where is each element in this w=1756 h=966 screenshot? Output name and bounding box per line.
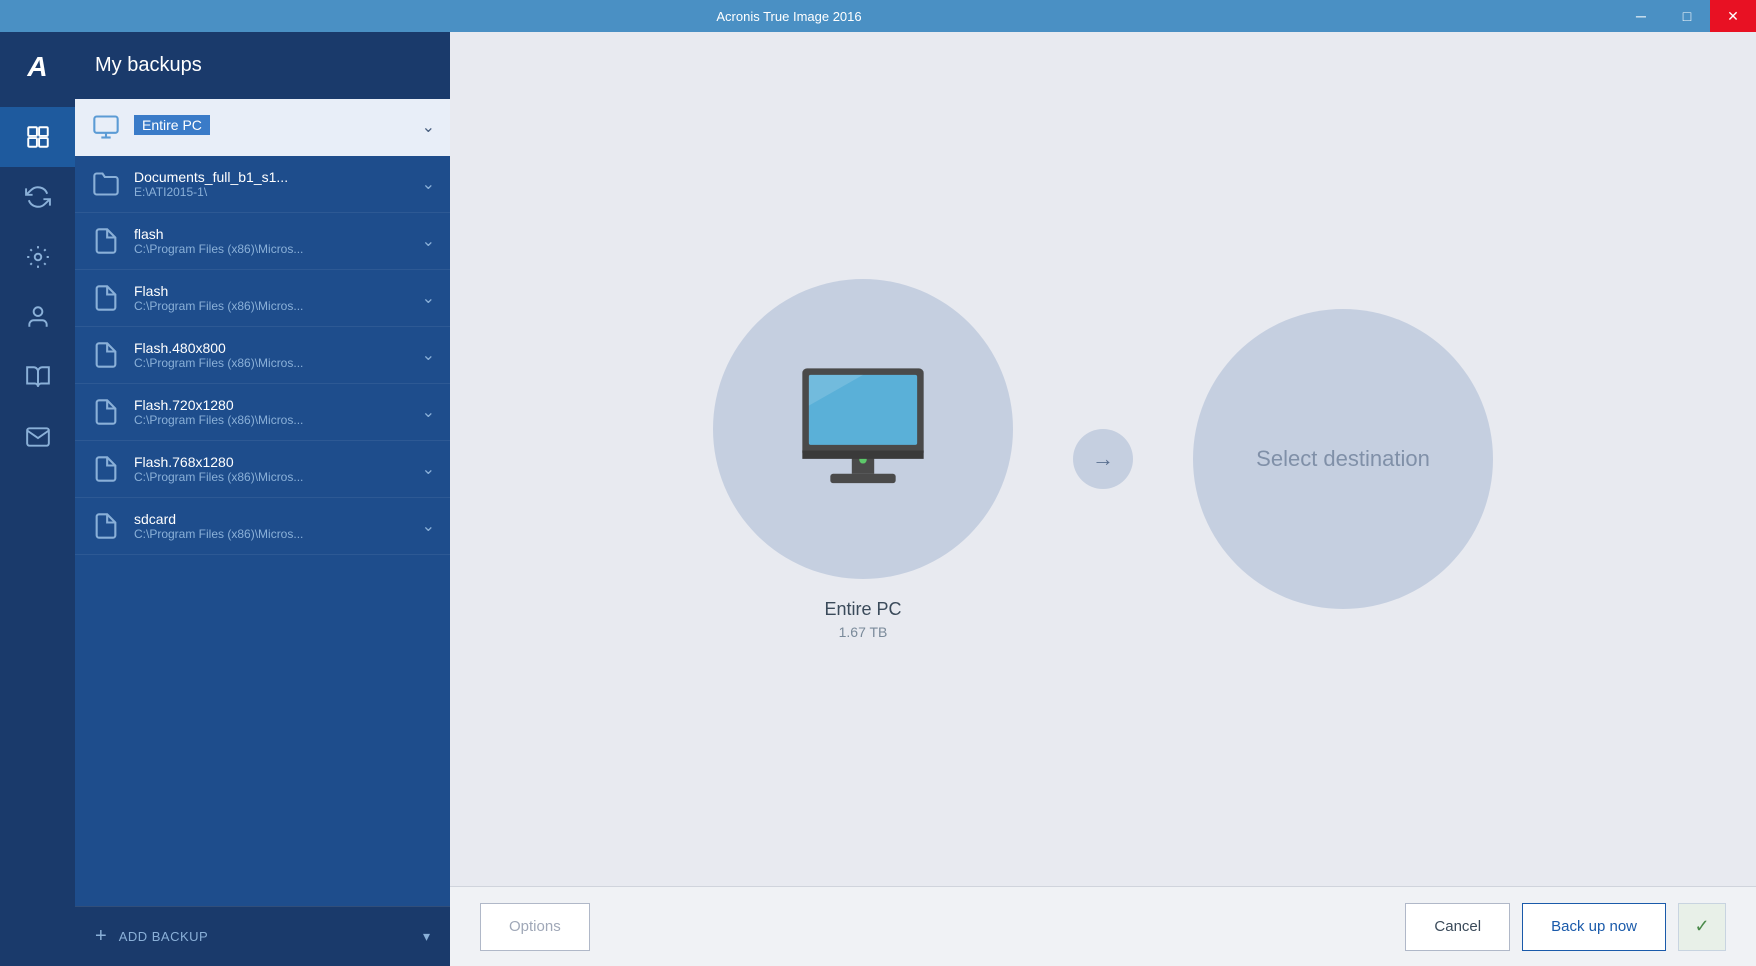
- backup-path-documents: E:\ATI2015-1\: [134, 185, 414, 199]
- backup-info-flash-720: Flash.720x1280 C:\Program Files (x86)\Mi…: [134, 397, 414, 427]
- backup-info-documents: Documents_full_b1_s1... E:\ATI2015-1\: [134, 169, 414, 199]
- icon-sidebar: A: [0, 32, 75, 966]
- bottom-left: Options: [480, 903, 590, 951]
- backup-name-flash: flash: [134, 226, 414, 242]
- file-icon-flash-720: [90, 396, 122, 428]
- backup-item-flash[interactable]: flash C:\Program Files (x86)\Micros... ⌄: [75, 213, 450, 270]
- folder-icon-documents: [90, 168, 122, 200]
- titlebar: Acronis True Image 2016 ─ □ ✕: [0, 0, 1756, 32]
- file-icon-flash-768: [90, 453, 122, 485]
- dest-label[interactable]: Select destination: [1256, 445, 1430, 474]
- backup-path-sdcard: C:\Program Files (x86)\Micros...: [134, 527, 414, 541]
- chevron-icon-flash-720: ⌄: [422, 402, 435, 422]
- options-button[interactable]: Options: [480, 903, 590, 951]
- pc-icon: [90, 111, 122, 143]
- add-backup-plus-icon: +: [95, 925, 107, 948]
- backup-path-flash-720: C:\Program Files (x86)\Micros...: [134, 413, 414, 427]
- backup-item-entire-pc[interactable]: Entire PC ⌄: [75, 99, 450, 156]
- main-content: Entire PC 1.67 TB → Select destination O…: [450, 32, 1756, 966]
- titlebar-controls: ─ □ ✕: [1618, 0, 1756, 32]
- maximize-button[interactable]: □: [1664, 0, 1710, 32]
- file-icon-flash: [90, 225, 122, 257]
- backup-diagram: Entire PC 1.67 TB → Select destination: [450, 32, 1756, 886]
- bottom-toolbar: Options Cancel Back up now ✓: [450, 886, 1756, 966]
- backup-name-flash-480: Flash.480x800: [134, 340, 414, 356]
- backup-path-flash-480: C:\Program Files (x86)\Micros...: [134, 356, 414, 370]
- backup-item-flash-720[interactable]: Flash.720x1280 C:\Program Files (x86)\Mi…: [75, 384, 450, 441]
- source-size: 1.67 TB: [839, 624, 888, 640]
- backup-panel-header: My backups: [75, 32, 450, 99]
- arrow-icon: →: [1092, 446, 1114, 472]
- back-up-now-button[interactable]: Back up now: [1522, 903, 1666, 951]
- checkmark-button[interactable]: ✓: [1678, 903, 1726, 951]
- add-backup-button[interactable]: + ADD BACKUP ▾: [75, 906, 450, 966]
- backup-info-Flash: Flash C:\Program Files (x86)\Micros...: [134, 283, 414, 313]
- chevron-icon-flash-480: ⌄: [422, 345, 435, 365]
- backup-info-entire-pc: Entire PC: [134, 115, 414, 140]
- backup-name-flash-720: Flash.720x1280: [134, 397, 414, 413]
- arrow-circle: →: [1073, 429, 1133, 489]
- add-backup-arrow-icon: ▾: [423, 928, 430, 945]
- backup-info-sdcard: sdcard C:\Program Files (x86)\Micros...: [134, 511, 414, 541]
- chevron-icon-Flash: ⌄: [422, 288, 435, 308]
- chevron-icon-flash-768: ⌄: [422, 459, 435, 479]
- backup-info-flash: flash C:\Program Files (x86)\Micros...: [134, 226, 414, 256]
- file-icon-Flash: [90, 282, 122, 314]
- sidebar-item-tools[interactable]: [0, 227, 75, 287]
- chevron-icon-flash: ⌄: [422, 231, 435, 251]
- backup-name-sdcard: sdcard: [134, 511, 414, 527]
- backup-item-flash-480[interactable]: Flash.480x800 C:\Program Files (x86)\Mic…: [75, 327, 450, 384]
- source-label: Entire PC: [824, 599, 901, 620]
- source-node: Entire PC 1.67 TB: [713, 279, 1013, 640]
- backup-item-sdcard[interactable]: sdcard C:\Program Files (x86)\Micros... …: [75, 498, 450, 555]
- minimize-button[interactable]: ─: [1618, 0, 1664, 32]
- file-icon-sdcard: [90, 510, 122, 542]
- chevron-icon-entire-pc: ⌄: [422, 117, 435, 137]
- close-button[interactable]: ✕: [1710, 0, 1756, 32]
- sidebar-item-sync[interactable]: [0, 167, 75, 227]
- sidebar-item-backups[interactable]: [0, 107, 75, 167]
- chevron-icon-sdcard: ⌄: [422, 516, 435, 536]
- source-circle: [713, 279, 1013, 579]
- backup-list: Entire PC ⌄ Documents_full_b1_s1... E:\A…: [75, 99, 450, 906]
- backup-name-documents: Documents_full_b1_s1...: [134, 169, 414, 185]
- app-logo: A: [13, 42, 63, 92]
- backup-panel: My backups Entire PC ⌄: [75, 32, 450, 966]
- sidebar-item-account[interactable]: [0, 287, 75, 347]
- app-body: A: [0, 32, 1756, 966]
- backup-info-flash-768: Flash.768x1280 C:\Program Files (x86)\Mi…: [134, 454, 414, 484]
- app-logo-letter: A: [27, 51, 47, 83]
- dest-node[interactable]: Select destination: [1193, 309, 1493, 609]
- backup-item-documents[interactable]: Documents_full_b1_s1... E:\ATI2015-1\ ⌄: [75, 156, 450, 213]
- backup-name-flash-768: Flash.768x1280: [134, 454, 414, 470]
- sidebar-item-learn[interactable]: [0, 347, 75, 407]
- backup-name-Flash: Flash: [134, 283, 414, 299]
- backup-item-flash-768[interactable]: Flash.768x1280 C:\Program Files (x86)\Mi…: [75, 441, 450, 498]
- bottom-right: Cancel Back up now ✓: [1405, 903, 1726, 951]
- backup-item-Flash[interactable]: Flash C:\Program Files (x86)\Micros... ⌄: [75, 270, 450, 327]
- dest-circle[interactable]: Select destination: [1193, 309, 1493, 609]
- backup-path-flash: C:\Program Files (x86)\Micros...: [134, 242, 414, 256]
- chevron-icon-documents: ⌄: [422, 174, 435, 194]
- backup-name-entire-pc: Entire PC: [134, 115, 210, 135]
- backup-path-Flash: C:\Program Files (x86)\Micros...: [134, 299, 414, 313]
- file-icon-flash-480: [90, 339, 122, 371]
- backup-info-flash-480: Flash.480x800 C:\Program Files (x86)\Mic…: [134, 340, 414, 370]
- add-backup-label: ADD BACKUP: [119, 929, 209, 944]
- sidebar-item-email[interactable]: [0, 407, 75, 467]
- titlebar-title: Acronis True Image 2016: [40, 9, 1538, 24]
- backup-path-flash-768: C:\Program Files (x86)\Micros...: [134, 470, 414, 484]
- cancel-button[interactable]: Cancel: [1405, 903, 1510, 951]
